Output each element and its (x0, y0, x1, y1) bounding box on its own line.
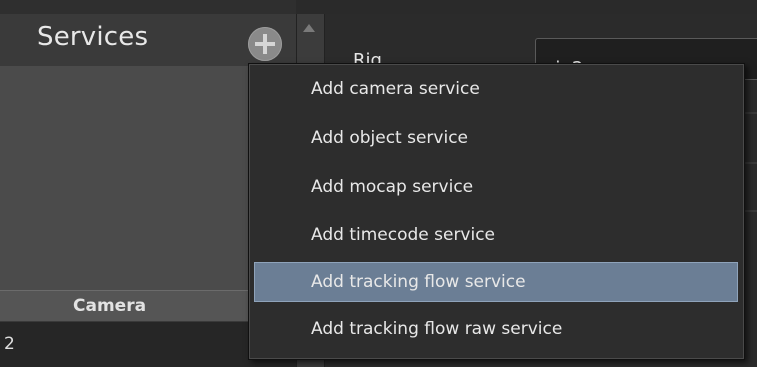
menu-item-label: Add object service (311, 128, 469, 148)
menu-item-label: Add mocap service (311, 177, 474, 197)
menu-item-add-tracking-flow-raw-service[interactable]: Add tracking flow raw service (254, 309, 738, 349)
menu-item-add-object-service[interactable]: Add object service (254, 118, 738, 158)
menu-item-label: Add timecode service (311, 225, 496, 245)
list-item-text: 2 (4, 334, 15, 354)
menu-item-label: Add tracking flow raw service (311, 319, 563, 339)
app-window: Services Camera 2 Rig rig2 Add camera se… (0, 0, 757, 367)
menu-item-add-mocap-service[interactable]: Add mocap service (254, 167, 738, 207)
menu-item-label: Add tracking flow service (311, 272, 526, 292)
menu-item-add-tracking-flow-service[interactable]: Add tracking flow service (254, 262, 738, 302)
services-header: Services (0, 14, 296, 66)
add-service-button[interactable] (248, 27, 282, 61)
menu-item-add-camera-service[interactable]: Add camera service (254, 69, 738, 109)
menu-item-add-timecode-service[interactable]: Add timecode service (254, 215, 738, 255)
menu-item-label: Add camera service (311, 79, 480, 99)
triangle-up-icon[interactable] (303, 24, 315, 32)
services-title: Services (37, 22, 149, 52)
column-header-label: Camera (73, 296, 147, 316)
add-service-context-menu: Add camera service Add object service Ad… (248, 63, 745, 360)
